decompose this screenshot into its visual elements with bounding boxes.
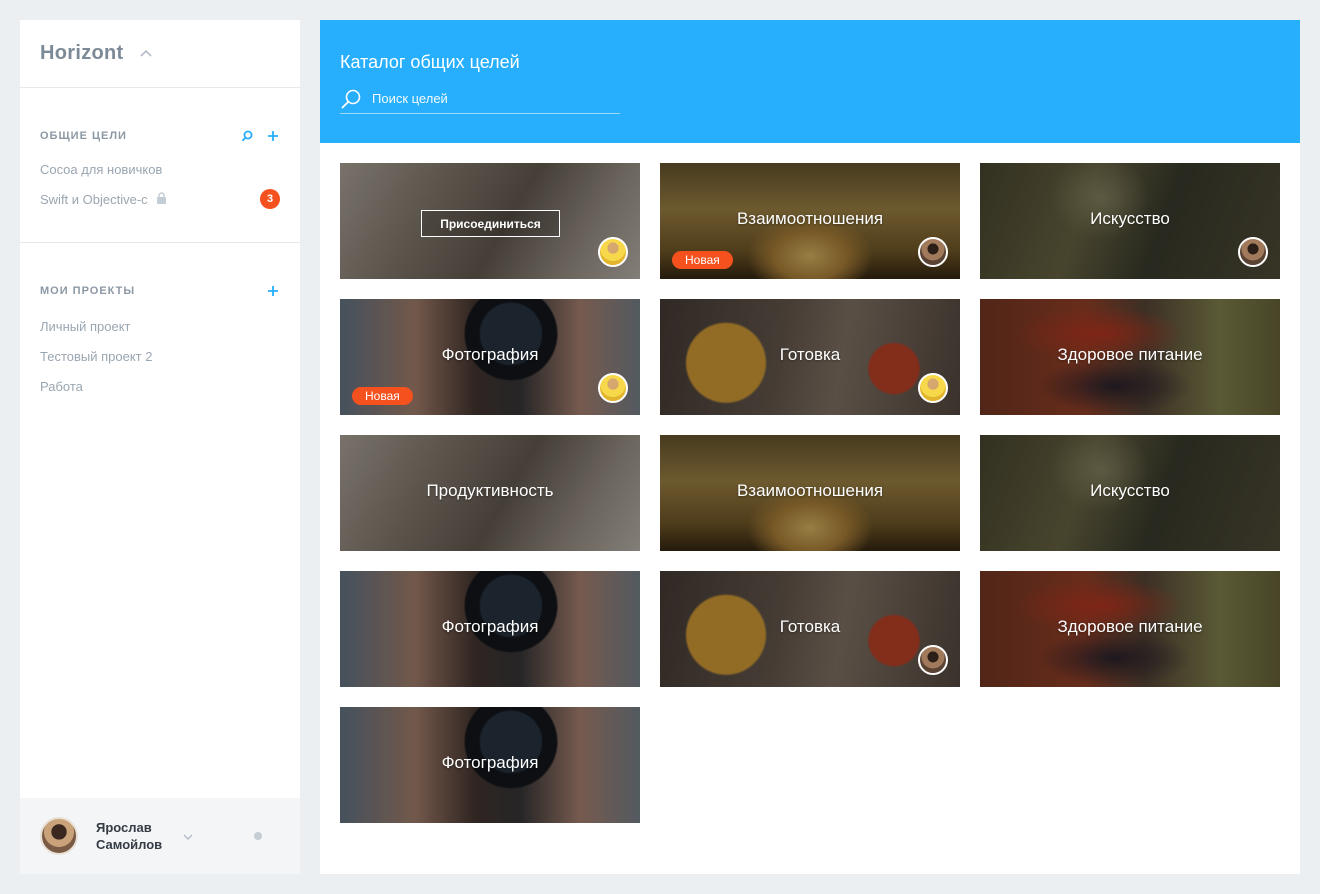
projects-section-title: МОИ ПРОЕКТЫ (40, 285, 136, 297)
goal-card[interactable]: Присоединиться (340, 163, 640, 279)
main-panel: Каталог общих целей Присоединиться Взаимо… (320, 20, 1300, 874)
card-title: Искусство (1090, 209, 1170, 228)
card-title: Готовка (779, 345, 841, 364)
goal-card[interactable]: Взаимоотношения Новая (660, 163, 960, 279)
avatar[interactable] (918, 237, 948, 267)
unread-badge: 3 (260, 189, 280, 209)
chevron-down-icon[interactable] (182, 830, 194, 842)
card-title: Искусство (1090, 481, 1170, 500)
card-title: Взаимоотношения (736, 481, 884, 500)
brand-title: Horizont (40, 42, 124, 64)
goals-section: ОБЩИЕ ЦЕЛИ Cocoa для новичков Swift и Ob… (20, 88, 300, 243)
search-input[interactable] (372, 89, 612, 107)
card-title: Здоровое питание (1057, 617, 1203, 636)
project-item[interactable]: Работа (40, 371, 280, 401)
page-title: Каталог общих целей (340, 52, 520, 72)
avatar[interactable] (40, 817, 78, 855)
goal-card[interactable]: Фотография (340, 707, 640, 823)
card-title: Взаимоотношения (736, 209, 884, 228)
project-item-label: Личный проект (40, 318, 131, 334)
goals-grid: Присоединиться Взаимоотношения Новая Искусс… (340, 163, 1280, 823)
search-bar[interactable] (340, 89, 620, 114)
goal-card[interactable]: Готовка (660, 299, 960, 415)
goal-card[interactable]: Готовка (660, 571, 960, 687)
card-title: Здоровое питание (1057, 345, 1203, 364)
project-item[interactable]: Тестовый проект 2 (40, 341, 280, 371)
goal-item-label: Cocoa для новичков (40, 161, 163, 177)
card-title: Готовка (779, 617, 841, 636)
brand-row[interactable]: Horizont (20, 20, 300, 88)
chevron-up-icon[interactable] (138, 46, 154, 62)
add-project-plus-icon[interactable] (266, 284, 280, 298)
catalog-header: Каталог общих целей (320, 20, 1300, 143)
goal-card[interactable]: Взаимоотношения (660, 435, 960, 551)
avatar[interactable] (598, 237, 628, 267)
goal-card[interactable]: Здоровое питание (980, 299, 1280, 415)
goal-item-cocoa[interactable]: Cocoa для новичков (40, 154, 280, 184)
add-goal-plus-icon[interactable] (266, 129, 280, 143)
user-panel[interactable]: Ярослав Самойлов (20, 798, 300, 874)
card-title: Продуктивность (426, 481, 554, 500)
card-title: Фотография (441, 753, 539, 772)
goal-item-label: Swift и Objective-c (40, 191, 148, 207)
avatar[interactable] (1238, 237, 1268, 267)
avatar[interactable] (918, 373, 948, 403)
goal-card[interactable]: Искусство (980, 435, 1280, 551)
goal-card[interactable]: Здоровое питание (980, 571, 1280, 687)
card-title: Фотография (441, 345, 539, 364)
project-item-label: Тестовый проект 2 (40, 348, 153, 364)
goal-card[interactable]: Фотография (340, 571, 640, 687)
new-badge: Новая (352, 387, 413, 405)
search-icon (340, 89, 362, 114)
goal-card[interactable]: Продуктивность (340, 435, 640, 551)
sidebar: Horizont ОБЩИЕ ЦЕЛИ Cocoa для новичков S… (20, 20, 300, 874)
new-badge: Новая (672, 251, 733, 269)
project-item-label: Работа (40, 378, 83, 394)
goals-section-title: ОБЩИЕ ЦЕЛИ (40, 130, 127, 142)
projects-section: МОИ ПРОЕКТЫ Личный проект Тестовый проек… (20, 243, 300, 401)
avatar[interactable] (918, 645, 948, 675)
user-name: Ярослав Самойлов (96, 820, 163, 852)
join-button[interactable]: Присоединиться (421, 210, 560, 237)
goal-card[interactable]: Искусство (980, 163, 1280, 279)
goal-item-swift[interactable]: Swift и Objective-c 3 (40, 184, 280, 214)
search-icon[interactable] (240, 129, 254, 143)
project-item[interactable]: Личный проект (40, 311, 280, 341)
avatar[interactable] (598, 373, 628, 403)
lock-icon (156, 191, 167, 207)
status-dot (254, 832, 262, 840)
card-title: Фотография (441, 617, 539, 636)
goal-card[interactable]: Фотография Новая (340, 299, 640, 415)
